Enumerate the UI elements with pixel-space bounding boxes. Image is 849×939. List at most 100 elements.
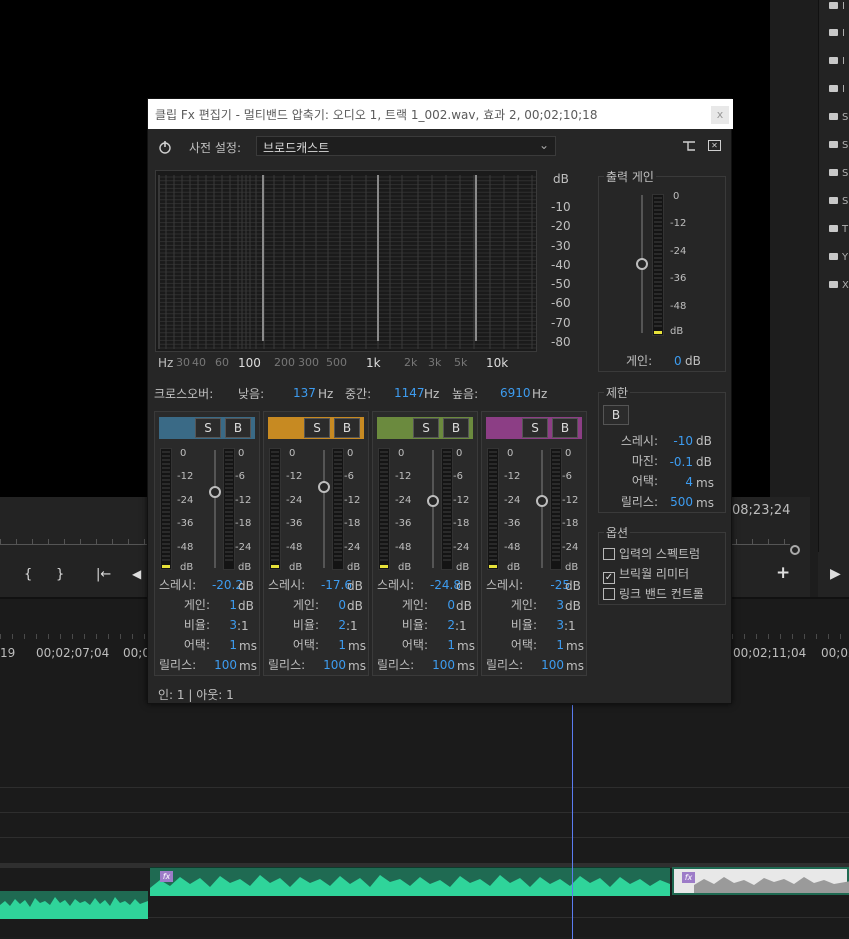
- db-label: -30: [551, 239, 571, 253]
- project-item[interactable]: T: [829, 224, 849, 238]
- project-item[interactable]: S: [829, 112, 849, 126]
- project-item[interactable]: S: [829, 168, 849, 182]
- crossover-low-value[interactable]: 137: [293, 386, 316, 400]
- preset-dropdown[interactable]: 브로드캐스트 ⌄: [256, 136, 556, 156]
- band-3-attack-value[interactable]: 1: [421, 638, 455, 652]
- option-spectrum-on-input[interactable]: 입력의 스펙트럼: [603, 545, 700, 562]
- band-2-threshold-slider-track[interactable]: [323, 450, 325, 568]
- band-4-ratio-value[interactable]: 3: [530, 618, 564, 632]
- crossover-high-value[interactable]: 6910: [500, 386, 531, 400]
- panel-divider[interactable]: [810, 0, 818, 552]
- checkbox[interactable]: [603, 548, 615, 560]
- mark-in-icon[interactable]: {: [24, 567, 32, 582]
- play-icon[interactable]: ▶: [830, 566, 841, 582]
- band-1-color-header[interactable]: S B: [159, 417, 255, 439]
- playhead-handle-icon[interactable]: [790, 545, 800, 555]
- band-2-color-header[interactable]: S B: [268, 417, 364, 439]
- audio-clip-selected[interactable]: fx: [150, 867, 670, 896]
- band-meter-tick: dB: [180, 562, 194, 573]
- band-3-threshold-knob[interactable]: [427, 495, 439, 507]
- band-4-attack-value[interactable]: 1: [530, 638, 564, 652]
- crossover-low-label: 낮음:: [238, 387, 265, 401]
- band-1-threshold-value[interactable]: -20.2: [203, 578, 243, 592]
- band-4-threshold-slider-track[interactable]: [541, 450, 543, 568]
- limiter-margin-value[interactable]: -0.1: [658, 455, 693, 469]
- band-4-gain-value[interactable]: 3: [530, 598, 564, 612]
- band-1-threshold-knob[interactable]: [209, 486, 221, 498]
- band-3-ratio-value[interactable]: 2: [421, 618, 455, 632]
- band-meter-tick: 0: [456, 448, 463, 459]
- timeline-time-label: 00;02: [821, 646, 849, 660]
- project-item[interactable]: I: [829, 56, 849, 70]
- mark-out-icon[interactable]: }: [56, 567, 64, 582]
- band-meter-tick: 0: [565, 448, 572, 459]
- band-2-threshold-knob[interactable]: [318, 481, 330, 493]
- go-to-in-icon[interactable]: |←: [96, 567, 111, 582]
- band-4-threshold-knob[interactable]: [536, 495, 548, 507]
- band-meter-tick: dB: [289, 562, 303, 573]
- fx-badge-icon[interactable]: fx: [682, 872, 695, 883]
- band-2-release-value[interactable]: 100: [312, 658, 346, 672]
- band-4-threshold-value[interactable]: -25: [530, 578, 570, 592]
- band-4-color-header[interactable]: S B: [486, 417, 582, 439]
- output-gain-value[interactable]: 0: [674, 354, 682, 368]
- crossover-mid-value[interactable]: 1147: [394, 386, 425, 400]
- band-2-ratio-value[interactable]: 2: [312, 618, 346, 632]
- limiter-release-value[interactable]: 500: [658, 495, 693, 509]
- band-2-bypass-button[interactable]: B: [334, 418, 360, 438]
- project-item[interactable]: I: [829, 84, 849, 98]
- project-item[interactable]: I: [829, 1, 849, 15]
- band-1-attack-value[interactable]: 1: [203, 638, 237, 652]
- band-1-bypass-button[interactable]: B: [225, 418, 251, 438]
- fx-badge-icon[interactable]: fx: [160, 871, 173, 882]
- band-3-bypass-button[interactable]: B: [443, 418, 469, 438]
- dialog-titlebar[interactable]: 클립 Fx 편집기 - 멀티밴드 압축기: 오디오 1, 트랙 1_002.wa…: [148, 99, 733, 129]
- project-item[interactable]: Y: [829, 252, 849, 266]
- limiter-threshold-value[interactable]: -10: [658, 434, 693, 448]
- crossover-label: 크로스오버:: [154, 387, 214, 401]
- project-item[interactable]: X: [829, 280, 849, 294]
- close-button[interactable]: x: [711, 106, 729, 124]
- band-3-threshold-slider-track[interactable]: [432, 450, 434, 568]
- option-brickwall-limiter[interactable]: ✓ 브릭월 리미터: [603, 565, 689, 584]
- limiter-attack-value[interactable]: 4: [658, 475, 693, 489]
- limiter-bypass-button[interactable]: B: [603, 405, 629, 425]
- playhead-line[interactable]: [572, 705, 573, 939]
- audio-clip[interactable]: [0, 891, 148, 919]
- band-1-release-value[interactable]: 100: [203, 658, 237, 672]
- add-icon[interactable]: +: [776, 563, 790, 583]
- hz-label: 10k: [486, 356, 509, 370]
- project-item[interactable]: S: [829, 140, 849, 154]
- bypass-effect-icon[interactable]: ✕: [708, 140, 721, 151]
- option-link-band-controls[interactable]: 링크 밴드 컨트롤: [603, 585, 704, 602]
- band-1-threshold-slider-track[interactable]: [214, 450, 216, 568]
- band-4-release-value[interactable]: 100: [530, 658, 564, 672]
- project-item[interactable]: I: [829, 28, 849, 42]
- project-item[interactable]: S: [829, 196, 849, 210]
- band-2-threshold-value[interactable]: -17.6: [312, 578, 352, 592]
- routing-icon[interactable]: [682, 138, 696, 152]
- power-icon[interactable]: [158, 139, 172, 154]
- band-2-gain-value[interactable]: 0: [312, 598, 346, 612]
- checkbox[interactable]: [603, 588, 615, 600]
- band-3-color-header[interactable]: S B: [377, 417, 473, 439]
- timeline-time-label: 00;02;11;04: [733, 646, 807, 660]
- step-back-icon[interactable]: ◀: [132, 567, 141, 581]
- checkbox[interactable]: ✓: [603, 572, 615, 584]
- band-ratio-unit: :1: [455, 619, 467, 633]
- band-1-ratio-value[interactable]: 3: [203, 618, 237, 632]
- band-3-gain-value[interactable]: 0: [421, 598, 455, 612]
- band-3-solo-button[interactable]: S: [413, 418, 439, 438]
- band-2-attack-value[interactable]: 1: [312, 638, 346, 652]
- output-gain-slider-knob[interactable]: [636, 258, 648, 270]
- audio-clip-next[interactable]: fx: [672, 867, 849, 895]
- band-3-release-value[interactable]: 100: [421, 658, 455, 672]
- folder-icon: [829, 281, 838, 288]
- band-4-solo-button[interactable]: S: [522, 418, 548, 438]
- crossover-mid-unit: Hz: [424, 387, 440, 401]
- band-1-solo-button[interactable]: S: [195, 418, 221, 438]
- band-4-bypass-button[interactable]: B: [552, 418, 578, 438]
- band-1-gain-value[interactable]: 1: [203, 598, 237, 612]
- band-2-solo-button[interactable]: S: [304, 418, 330, 438]
- band-3-threshold-value[interactable]: -24.8: [421, 578, 461, 592]
